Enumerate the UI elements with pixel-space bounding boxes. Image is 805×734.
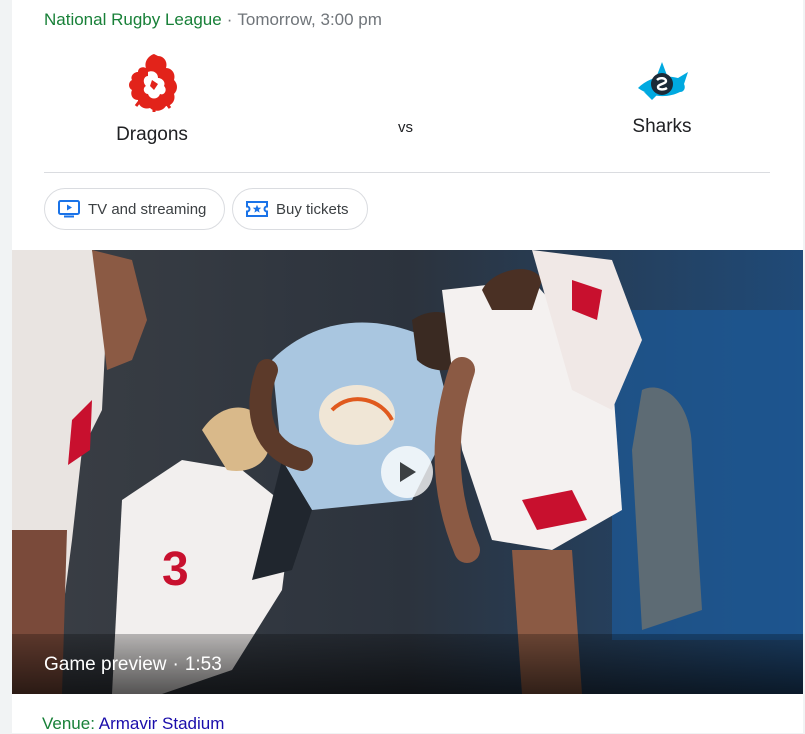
buy-tickets-label: Buy tickets: [276, 200, 349, 218]
buy-tickets-button[interactable]: Buy tickets: [232, 188, 368, 230]
venue-link[interactable]: Armavir Stadium: [99, 714, 225, 733]
ticket-icon: [246, 201, 268, 217]
match-header: National Rugby League · Tomorrow, 3:00 pm: [44, 10, 382, 30]
home-team[interactable]: Dragons: [62, 50, 242, 146]
dragons-logo-icon: [129, 54, 177, 112]
away-team-name: Sharks: [632, 116, 692, 137]
venue-row: Venue: Armavir Stadium: [42, 714, 224, 734]
sharks-logo-icon: [638, 62, 688, 100]
match-time: Tomorrow, 3:00 pm: [237, 10, 382, 29]
video-caption: Game preview · 1:53: [44, 654, 222, 676]
venue-label: Venue:: [42, 714, 95, 733]
video-title: Game preview: [44, 654, 167, 675]
tv-streaming-button[interactable]: TV and streaming: [44, 188, 226, 230]
away-team[interactable]: Sharks: [572, 58, 752, 138]
section-divider: [44, 172, 770, 173]
svg-text:3: 3: [162, 543, 189, 596]
tv-streaming-label: TV and streaming: [88, 200, 207, 218]
video-duration: 1:53: [184, 654, 222, 675]
video-separator: ·: [172, 654, 179, 675]
home-team-name: Dragons: [116, 124, 188, 145]
match-card: National Rugby League · Tomorrow, 3:00 pm …: [12, 0, 803, 733]
game-preview-video[interactable]: 3 Game preview · 1:53: [12, 250, 803, 694]
play-button[interactable]: [381, 446, 433, 498]
vs-label: vs: [398, 119, 413, 136]
header-separator: ·: [226, 10, 233, 29]
play-icon: [400, 462, 416, 482]
league-name[interactable]: National Rugby League: [44, 10, 222, 29]
tv-icon: [58, 200, 80, 218]
